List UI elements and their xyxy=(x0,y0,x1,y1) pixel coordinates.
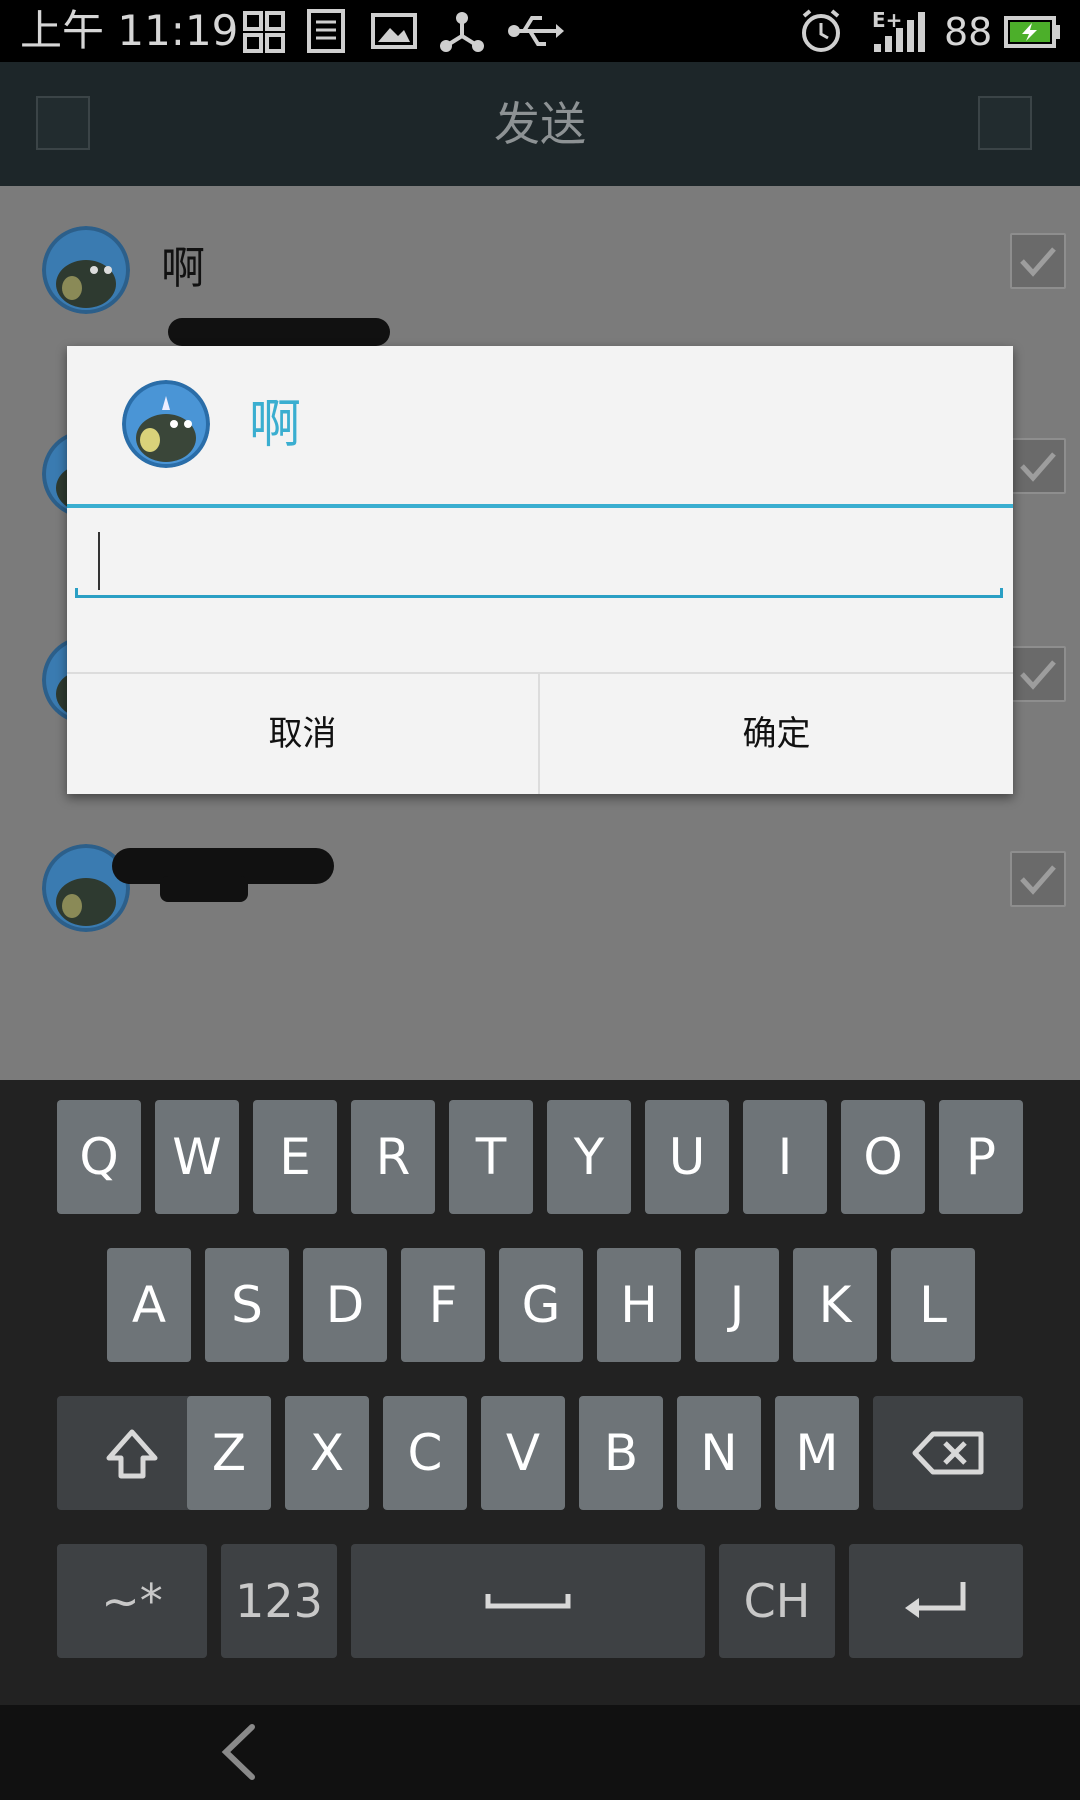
key-z[interactable]: Z xyxy=(187,1396,271,1510)
document-icon xyxy=(307,9,345,53)
backspace-key[interactable] xyxy=(873,1396,1023,1510)
key-u[interactable]: U xyxy=(645,1100,729,1214)
page-title: 发送 xyxy=(494,97,586,151)
signal-icon xyxy=(874,12,925,52)
key-n[interactable]: N xyxy=(677,1396,761,1510)
numbers-key[interactable]: 123 xyxy=(221,1544,337,1658)
enter-icon xyxy=(905,1582,966,1618)
space-key[interactable] xyxy=(351,1544,705,1658)
check-icon xyxy=(1020,865,1056,895)
key-o[interactable]: O xyxy=(841,1100,925,1214)
key-q[interactable]: Q xyxy=(57,1100,141,1214)
key-s[interactable]: S xyxy=(205,1248,289,1362)
enter-key[interactable] xyxy=(849,1544,1023,1658)
key-k[interactable]: K xyxy=(793,1248,877,1362)
symbols-key[interactable]: ~* xyxy=(57,1544,207,1658)
input-underline-cap-left xyxy=(75,588,78,598)
language-key[interactable]: CH xyxy=(719,1544,835,1658)
dialog-title-divider xyxy=(67,504,1013,508)
key-d[interactable]: D xyxy=(303,1248,387,1362)
key-e[interactable]: E xyxy=(253,1100,337,1214)
backspace-icon xyxy=(912,1431,984,1475)
contact-checkbox[interactable] xyxy=(1010,438,1066,494)
key-x[interactable]: X xyxy=(285,1396,369,1510)
image-icon xyxy=(371,13,417,49)
usb-icon xyxy=(508,16,564,46)
battery-level: 88 xyxy=(944,10,993,54)
text-cursor xyxy=(98,532,100,590)
key-t[interactable]: T xyxy=(449,1100,533,1214)
space-icon xyxy=(485,1594,571,1609)
check-icon xyxy=(1020,660,1056,690)
navigation-bar xyxy=(0,1705,1080,1800)
key-b[interactable]: B xyxy=(579,1396,663,1510)
key-w[interactable]: W xyxy=(155,1100,239,1214)
alarm-icon xyxy=(802,9,840,52)
key-j[interactable]: J xyxy=(695,1248,779,1362)
dialog-title: 啊 xyxy=(249,395,302,455)
contact-checkbox[interactable] xyxy=(1010,646,1066,702)
status-bar: 上午 11:19 E+ 88 xyxy=(0,0,1080,62)
key-v[interactable]: V xyxy=(481,1396,565,1510)
shift-icon xyxy=(106,1429,158,1479)
shift-key[interactable] xyxy=(57,1396,207,1510)
input-underline-cap-right xyxy=(1000,588,1003,598)
key-h[interactable]: H xyxy=(597,1248,681,1362)
key-c[interactable]: C xyxy=(383,1396,467,1510)
key-l[interactable]: L xyxy=(891,1248,975,1362)
ok-button[interactable]: 确定 xyxy=(540,674,1013,794)
back-icon[interactable] xyxy=(208,1717,268,1787)
check-icon xyxy=(1020,452,1056,482)
redacted-number xyxy=(168,318,390,346)
input-dialog: 啊 取消 确定 xyxy=(67,346,1013,794)
share-icon xyxy=(440,12,484,52)
message-input[interactable] xyxy=(75,518,1003,598)
status-time: 上午 11:19 xyxy=(20,6,239,55)
key-m[interactable]: M xyxy=(775,1396,859,1510)
battery-charging-icon xyxy=(1004,16,1060,48)
contact-checkbox[interactable] xyxy=(1010,851,1066,907)
key-i[interactable]: I xyxy=(743,1100,827,1214)
contact-name: 啊 xyxy=(161,243,205,294)
grid-icon xyxy=(243,11,285,53)
key-a[interactable]: A xyxy=(107,1248,191,1362)
cancel-button[interactable]: 取消 xyxy=(67,674,538,794)
redacted-name xyxy=(160,876,248,902)
dialog-avatar xyxy=(122,380,210,468)
key-f[interactable]: F xyxy=(401,1248,485,1362)
avatar xyxy=(42,226,130,314)
key-r[interactable]: R xyxy=(351,1100,435,1214)
confirm-checkbox[interactable] xyxy=(978,96,1032,150)
key-p[interactable]: P xyxy=(939,1100,1023,1214)
key-g[interactable]: G xyxy=(499,1248,583,1362)
input-underline xyxy=(75,595,1003,598)
check-icon xyxy=(1020,247,1056,277)
key-y[interactable]: Y xyxy=(547,1100,631,1214)
contact-checkbox[interactable] xyxy=(1010,233,1066,289)
